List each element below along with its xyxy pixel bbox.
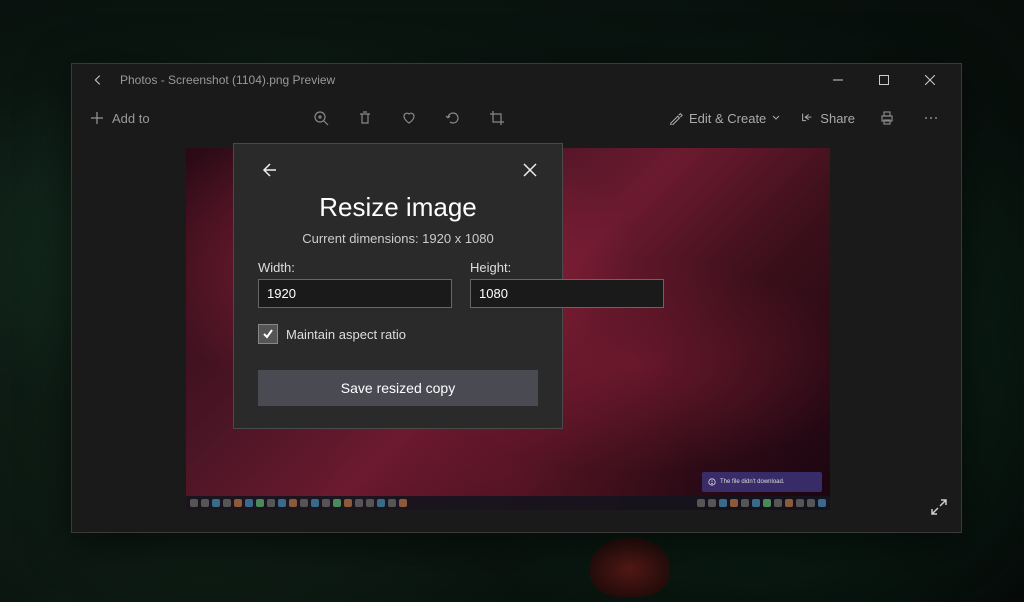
content-area: The file didn't download. [72,140,961,532]
heart-icon[interactable] [387,98,431,138]
maximize-button[interactable] [861,64,907,96]
rotate-icon[interactable] [431,98,475,138]
dimension-fields: Width: Height: [258,260,538,308]
photos-window: Photos - Screenshot (1104).png Preview A… [71,63,962,533]
taskbar-preview [186,496,830,510]
height-label: Height: [470,260,664,275]
crop-icon[interactable] [475,98,519,138]
fullscreen-icon[interactable] [929,497,949,522]
aspect-ratio-label: Maintain aspect ratio [286,327,406,342]
minimize-button[interactable] [815,64,861,96]
dialog-title: Resize image [258,192,538,223]
close-button[interactable] [907,64,953,96]
height-input[interactable] [470,279,664,308]
dialog-back-button[interactable] [258,160,278,180]
share-label: Share [820,111,855,126]
resize-dialog: Resize image Current dimensions: 1920 x … [233,143,563,429]
save-resized-button[interactable]: Save resized copy [258,370,538,406]
dialog-subtitle: Current dimensions: 1920 x 1080 [258,231,538,246]
delete-icon[interactable] [343,98,387,138]
window-title: Photos - Screenshot (1104).png Preview [116,73,815,87]
more-icon[interactable] [909,98,953,138]
titlebar: Photos - Screenshot (1104).png Preview [72,64,961,96]
notification-text: The file didn't download. [720,479,785,485]
aspect-ratio-row[interactable]: Maintain aspect ratio [258,324,538,344]
edit-create-label: Edit & Create [689,111,766,126]
width-input[interactable] [258,279,452,308]
back-button[interactable] [80,64,116,96]
addto-button[interactable]: Add to [80,105,160,132]
zoom-icon[interactable] [299,98,343,138]
addto-label: Add to [112,111,150,126]
toolbar: Add to Edit & Create Share [72,96,961,140]
notification-toast[interactable]: The file didn't download. [702,472,822,492]
edit-create-button[interactable]: Edit & Create [659,105,790,132]
share-button[interactable]: Share [790,105,865,132]
window-controls [815,64,953,96]
dialog-close-button[interactable] [522,162,538,178]
aspect-ratio-checkbox[interactable] [258,324,278,344]
print-icon[interactable] [865,98,909,138]
dialog-header [258,158,538,182]
background-decoration [590,537,670,597]
width-label: Width: [258,260,452,275]
